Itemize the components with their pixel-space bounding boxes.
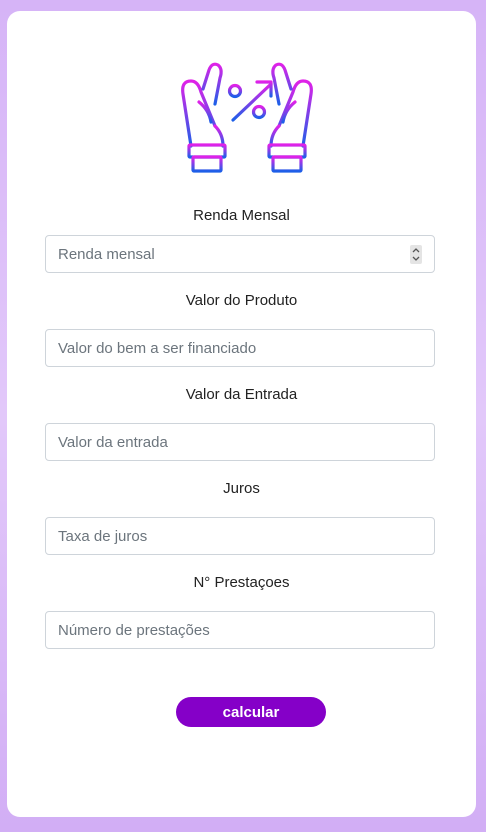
renda-mensal-label: Renda Mensal — [193, 207, 290, 224]
valor-entrada-input[interactable] — [46, 424, 434, 460]
form-card: Renda Mensal Valor do Produto Valor da E… — [7, 11, 476, 817]
valor-entrada-label: Valor da Entrada — [185, 386, 298, 403]
renda-mensal-input[interactable] — [46, 236, 434, 272]
valor-produto-input[interactable] — [46, 330, 434, 366]
hands-percent-growth-icon — [181, 62, 313, 173]
juros-input[interactable] — [46, 518, 434, 554]
number-spinner[interactable] — [410, 245, 422, 264]
juros-field[interactable] — [45, 517, 435, 555]
calcular-button[interactable]: calcular — [176, 697, 326, 727]
valor-produto-label: Valor do Produto — [185, 292, 298, 309]
numero-prestacoes-label: N° Prestaçoes — [193, 574, 290, 591]
numero-prestacoes-field[interactable] — [45, 611, 435, 649]
valor-produto-field[interactable] — [45, 329, 435, 367]
renda-mensal-field[interactable] — [45, 235, 435, 273]
juros-label: Juros — [223, 480, 260, 497]
valor-entrada-field[interactable] — [45, 423, 435, 461]
numero-prestacoes-input[interactable] — [46, 612, 434, 648]
chevron-down-icon[interactable] — [412, 256, 420, 261]
chevron-up-icon[interactable] — [412, 248, 420, 253]
